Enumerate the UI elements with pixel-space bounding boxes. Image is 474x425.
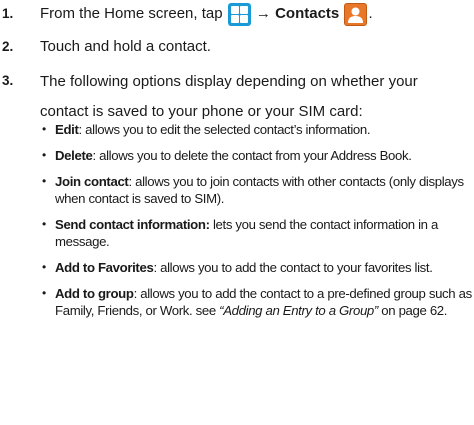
contacts-icon	[344, 2, 368, 26]
step-1-suffix: .	[368, 5, 373, 22]
option-term: Add to Favorites	[55, 260, 154, 275]
arrow-icon: →	[255, 5, 271, 22]
step-text: The following options display depending …	[40, 73, 418, 120]
page-reference: on page 62.	[377, 303, 448, 318]
option-desc: : allows you to edit the selected contac…	[78, 122, 371, 137]
list-item: • Edit: allows you to edit the selected c…	[42, 122, 371, 137]
options-list: • Edit: allows you to edit the selected c…	[40, 121, 472, 328]
option-term: Join contact	[55, 174, 129, 189]
list-item: • Join contact: allows you to join contac…	[42, 174, 464, 206]
option-term: Delete	[55, 148, 93, 163]
cross-reference-link[interactable]: “Adding an Entry to a Group”	[219, 303, 378, 318]
step-number: 3.	[2, 73, 14, 88]
list-item: • Delete: allows you to delete the contac…	[42, 148, 412, 163]
apps-grid-icon	[227, 2, 251, 26]
step-number: 2.	[2, 39, 14, 54]
option-term: Add to group	[55, 286, 134, 301]
list-item: • Add to Favorites: allows you to add the…	[42, 260, 433, 275]
step-text: Touch and hold a contact.	[40, 38, 211, 55]
list-item: • Add to group: allows you to add the con…	[42, 286, 472, 318]
step-1-prefix: From the Home screen, tap	[40, 5, 223, 22]
option-term: Edit	[55, 122, 79, 137]
list-item: • Send contact information: lets you send…	[42, 217, 438, 249]
option-term: Send contact information:	[55, 217, 210, 232]
option-desc: : allows you to delete the contact from …	[92, 148, 412, 163]
option-desc: : allows you to add the contact to your …	[153, 260, 433, 275]
manual-page: 1. From the Home screen, tap → Contacts …	[0, 0, 474, 425]
step-number: 1.	[2, 6, 14, 21]
contacts-label: Contacts	[275, 5, 340, 22]
step-text: From the Home screen, tap → Contacts .	[40, 0, 373, 27]
